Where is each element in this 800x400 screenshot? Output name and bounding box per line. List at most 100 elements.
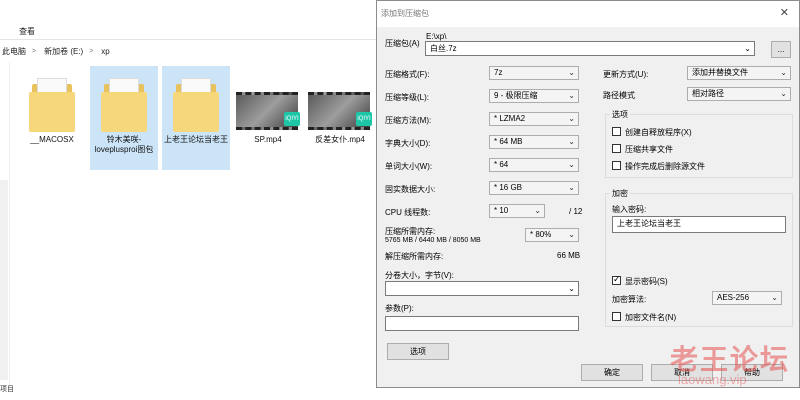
compress-shared-checkbox[interactable] bbox=[612, 144, 621, 153]
parameters-input[interactable] bbox=[385, 316, 579, 331]
navigation-scrollbar[interactable] bbox=[0, 180, 8, 380]
file-list: __MACOSX 铃木美咲-loveplusproi图包 上老王论坛当老王 iQ… bbox=[18, 66, 378, 186]
format-select[interactable]: 7z ⌄ bbox=[489, 66, 579, 80]
chevron-down-icon: ⌄ bbox=[780, 68, 787, 77]
file-name: 反差女仆.mp4 bbox=[315, 135, 365, 144]
file-name: 铃木美咲-loveplusproi图包 bbox=[94, 135, 154, 154]
word-size-select[interactable]: * 64 ⌄ bbox=[489, 158, 579, 172]
update-mode-value: 添加并替换文件 bbox=[692, 68, 748, 77]
file-item-laowang[interactable]: 上老王论坛当老王 bbox=[162, 66, 230, 170]
chevron-down-icon[interactable]: ⌄ bbox=[568, 282, 575, 295]
chevron-down-icon[interactable]: ⌄ bbox=[744, 42, 751, 55]
chevron-down-icon: ⌄ bbox=[771, 293, 778, 302]
video-thumbnail-icon: iQIYI bbox=[236, 74, 300, 132]
chevron-down-icon: ⌄ bbox=[534, 206, 541, 215]
create-sfx-checkbox[interactable] bbox=[612, 127, 621, 136]
breadcrumb[interactable]: 此电脑 > 新加卷 (E:) > xp bbox=[0, 42, 380, 60]
solid-block-select[interactable]: * 16 GB ⌄ bbox=[489, 181, 579, 195]
level-label: 压缩等级(L): bbox=[385, 93, 429, 102]
encryption-method-select[interactable]: AES-256 ⌄ bbox=[712, 291, 782, 305]
iqiyi-badge-icon: iQIYI bbox=[356, 112, 372, 126]
decompress-memory-label: 解压缩所需内存: bbox=[385, 252, 444, 261]
dialog-titlebar[interactable]: 添加到压缩包 ✕ bbox=[377, 1, 799, 27]
ok-button[interactable]: 确定 bbox=[581, 364, 643, 381]
dictionary-select[interactable]: * 64 MB ⌄ bbox=[489, 135, 579, 149]
chevron-down-icon: ⌄ bbox=[568, 160, 575, 169]
password-label: 输入密码: bbox=[612, 205, 647, 214]
folder-icon bbox=[101, 74, 147, 132]
file-name: __MACOSX bbox=[30, 135, 74, 144]
status-bar: 项目 bbox=[0, 386, 14, 393]
close-icon[interactable]: ✕ bbox=[780, 6, 789, 19]
chevron-down-icon: ⌄ bbox=[780, 89, 787, 98]
chevron-down-icon: ⌄ bbox=[568, 137, 575, 146]
dictionary-label: 字典大小(D): bbox=[385, 139, 431, 148]
file-name: SP.mp4 bbox=[254, 135, 282, 144]
folder-icon bbox=[173, 74, 219, 132]
encrypt-names-checkbox[interactable] bbox=[612, 312, 621, 321]
encryption-group: 加密 输入密码: 上老王论坛当老王 显示密码(S) 加密算法: AES-256 ⌄… bbox=[605, 188, 793, 327]
cpu-threads-select[interactable]: * 10 ⌄ bbox=[489, 204, 545, 218]
breadcrumb-item-this-pc[interactable]: 此电脑 bbox=[2, 46, 26, 57]
encrypt-names-label: 加密文件名(N) bbox=[625, 313, 677, 322]
compress-shared-label: 压缩共享文件 bbox=[625, 145, 673, 154]
memory-select[interactable]: * 80% ⌄ bbox=[525, 228, 579, 242]
memory-detail: 5765 MB / 6440 MB / 8050 MB bbox=[385, 237, 481, 244]
archive-path: E:\xp\ bbox=[426, 32, 447, 41]
update-mode-select[interactable]: 添加并替换文件 ⌄ bbox=[687, 66, 791, 80]
cpu-threads-label: CPU 线程数: bbox=[385, 208, 431, 217]
update-mode-label: 更新方式(U): bbox=[603, 70, 649, 79]
archive-label: 压缩包(A) bbox=[385, 39, 420, 48]
chevron-right-icon: > bbox=[89, 47, 94, 55]
decompress-memory-value: 66 MB bbox=[557, 251, 581, 260]
options-button[interactable]: 选项 bbox=[387, 343, 449, 360]
browse-button[interactable]: ... bbox=[771, 41, 791, 58]
chevron-down-icon: ⌄ bbox=[568, 114, 575, 123]
level-select[interactable]: 9 - 极限压缩 ⌄ bbox=[489, 89, 579, 103]
archive-name-value: 白丝.7z bbox=[430, 44, 457, 53]
word-size-value: * 64 bbox=[494, 160, 509, 169]
file-item-maid-video[interactable]: iQIYI 反差女仆.mp4 bbox=[306, 66, 374, 170]
chevron-down-icon: ⌄ bbox=[568, 68, 575, 77]
file-item-sp-video[interactable]: iQIYI SP.mp4 bbox=[234, 66, 302, 170]
chevron-right-icon: > bbox=[32, 47, 37, 55]
chevron-down-icon: ⌄ bbox=[568, 183, 575, 192]
cpu-threads-value: * 10 bbox=[494, 206, 509, 215]
memory-value: * 80% bbox=[530, 230, 552, 239]
delete-after-checkbox[interactable] bbox=[612, 161, 621, 170]
split-volume-combo[interactable]: ⌄ bbox=[385, 281, 579, 296]
create-sfx-label: 创建自释放程序(X) bbox=[625, 128, 692, 137]
file-item-macosx[interactable]: __MACOSX bbox=[18, 66, 86, 170]
word-size-label: 单词大小(W): bbox=[385, 162, 433, 171]
level-value: 9 - 极限压缩 bbox=[494, 91, 538, 100]
method-select[interactable]: * LZMA2 ⌄ bbox=[489, 112, 579, 126]
method-value: * LZMA2 bbox=[494, 114, 526, 123]
path-mode-value: 相对路径 bbox=[692, 89, 724, 98]
format-value: 7z bbox=[494, 68, 503, 77]
video-thumbnail-icon: iQIYI bbox=[308, 74, 372, 132]
format-label: 压缩格式(F): bbox=[385, 70, 430, 79]
breadcrumb-item-folder[interactable]: xp bbox=[101, 47, 109, 56]
delete-after-label: 操作完成后删除源文件 bbox=[625, 162, 705, 171]
cpu-threads-total: / 12 bbox=[569, 207, 583, 216]
dialog-title: 添加到压缩包 bbox=[381, 9, 429, 18]
archive-name-combo[interactable]: 白丝.7z ⌄ bbox=[425, 41, 755, 56]
memory-label: 压缩所需内存: bbox=[385, 227, 436, 236]
show-password-label: 显示密码(S) bbox=[625, 277, 668, 286]
password-input[interactable]: 上老王论坛当老王 bbox=[612, 216, 786, 233]
options-group: 选项 创建自释放程序(X) 压缩共享文件 操作完成后删除源文件 bbox=[605, 109, 793, 178]
options-group-title: 选项 bbox=[610, 109, 630, 120]
file-name: 上老王论坛当老王 bbox=[164, 135, 228, 144]
add-to-archive-dialog: 添加到压缩包 ✕ 压缩包(A) E:\xp\ 白丝.7z ⌄ ... 压缩格式(… bbox=[376, 0, 800, 388]
path-mode-select[interactable]: 相对路径 ⌄ bbox=[687, 87, 791, 101]
file-item-image-pack[interactable]: 铃木美咲-loveplusproi图包 bbox=[90, 66, 158, 170]
encryption-method-value: AES-256 bbox=[717, 293, 750, 302]
ribbon-tab-view[interactable]: 查看 bbox=[19, 26, 35, 37]
iqiyi-badge-icon: iQIYI bbox=[284, 112, 300, 126]
encryption-group-title: 加密 bbox=[610, 188, 630, 199]
watermark-url: laowang.vip bbox=[678, 372, 747, 387]
show-password-checkbox[interactable] bbox=[612, 274, 621, 285]
encryption-method-label: 加密算法: bbox=[612, 295, 647, 304]
breadcrumb-item-drive[interactable]: 新加卷 (E:) bbox=[44, 46, 83, 57]
folder-icon bbox=[29, 74, 75, 132]
